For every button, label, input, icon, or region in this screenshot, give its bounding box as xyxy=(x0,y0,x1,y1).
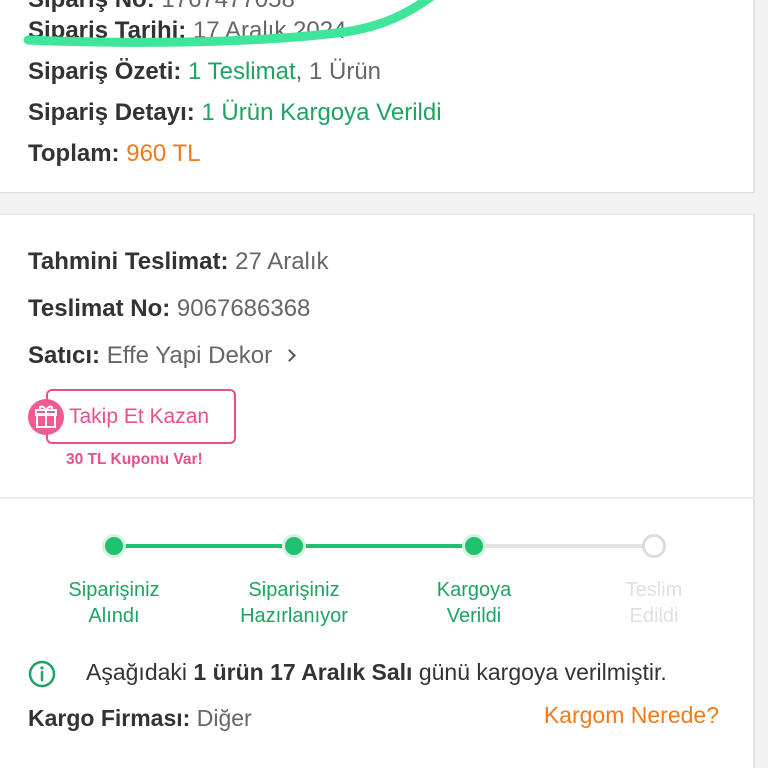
delivery-number-value: 9067686368 xyxy=(176,295,311,322)
step-dot-delivered xyxy=(642,534,666,558)
order-detail-label: Sipariş Detayı: xyxy=(28,99,195,126)
seller-row[interactable]: Satıcı: Effe Yapi Dekor xyxy=(28,342,296,370)
shipping-info-prefix: Aşağıdaki xyxy=(86,659,194,685)
progress-line-pending xyxy=(476,544,654,548)
cargo-company-value: Diğer xyxy=(196,705,252,731)
step-label-line2: Edildi xyxy=(629,605,679,627)
seller-label: Satıcı: xyxy=(28,342,101,369)
delivery-card: Tahmini Teslimat: 27 Aralık Teslimat No:… xyxy=(0,214,755,498)
order-total-value: 960 TL xyxy=(126,140,201,167)
order-number-label: Sipariş No: xyxy=(28,0,155,13)
step-dot-preparing xyxy=(282,534,306,558)
where-is-my-cargo-link[interactable]: Kargom Nerede? xyxy=(544,702,719,729)
shipping-info-text: Aşağıdaki 1 ürün 17 Aralık Salı günü kar… xyxy=(86,659,667,686)
order-summary-deliveries[interactable]: 1 Teslimat xyxy=(188,58,296,85)
step-label-line1: Siparişiniz xyxy=(68,579,160,601)
shipping-info-count: 1 ürün xyxy=(193,659,264,685)
step-label-line1: Kargoya xyxy=(436,579,512,601)
order-date-value: 17 Aralık 2024 xyxy=(192,17,347,44)
chevron-right-icon[interactable] xyxy=(282,349,296,362)
coupon-text: 30 TL Kuponu Var! xyxy=(66,451,203,468)
follow-and-earn-button[interactable]: Takip Et Kazan xyxy=(46,389,236,444)
order-date-row: Sipariş Tarihi: 17 Aralık 2024 xyxy=(28,17,346,45)
gift-icon xyxy=(28,399,64,435)
step-dot-order-received xyxy=(102,534,126,558)
tracking-card: Siparişiniz Alındı Siparişiniz Hazırlanı… xyxy=(0,499,755,768)
cargo-company-label: Kargo Firması: xyxy=(28,705,191,731)
order-summary-label: Sipariş Özeti: xyxy=(28,58,182,85)
shipping-info-date: 17 Aralık Salı xyxy=(270,659,413,685)
step-label-line1: Siparişiniz xyxy=(248,579,340,601)
step-dot-shipped xyxy=(462,534,486,558)
estimated-delivery-label: Tahmini Teslimat: xyxy=(28,248,229,275)
step-label-line2: Verildi xyxy=(446,605,502,627)
step-label-order-received: Siparişiniz Alındı xyxy=(44,577,184,629)
cargo-company-row: Kargo Firması: Diğer xyxy=(28,705,252,732)
seller-name-link[interactable]: Effe Yapi Dekor xyxy=(107,342,272,369)
step-label-line2: Alındı xyxy=(88,605,140,627)
order-number-value: 1767477058 xyxy=(161,0,294,13)
step-label-preparing: Siparişiniz Hazırlanıyor xyxy=(219,577,369,629)
estimated-delivery-value: 27 Aralık xyxy=(235,248,329,275)
shipping-info-suffix: günü kargoya verilmiştir. xyxy=(412,659,667,685)
delivery-number-label: Teslimat No: xyxy=(28,295,171,322)
info-icon xyxy=(28,660,56,688)
order-detail-value: 1 Ürün Kargoya Verildi xyxy=(201,99,442,126)
order-summary-card: Sipariş No: 1767477058 Sipariş Tarihi: 1… xyxy=(0,0,755,193)
step-label-line2: Hazırlanıyor xyxy=(240,605,348,627)
order-detail-row: Sipariş Detayı: 1 Ürün Kargoya Verildi xyxy=(28,99,442,127)
estimated-delivery-row: Tahmini Teslimat: 27 Aralık xyxy=(28,248,329,276)
scrollbar[interactable] xyxy=(760,0,768,768)
step-label-line1: Teslim xyxy=(625,579,683,601)
delivery-number-row: Teslimat No: 9067686368 xyxy=(28,295,310,323)
order-number-row: Sipariş No: 1767477058 xyxy=(28,0,295,14)
step-label-shipped: Kargoya Verildi xyxy=(404,577,544,629)
step-label-delivered: Teslim Edildi xyxy=(584,577,724,629)
order-summary-products: , 1 Ürün xyxy=(295,58,382,85)
order-total-label: Toplam: xyxy=(28,140,120,167)
follow-and-earn-label: Takip Et Kazan xyxy=(69,405,210,428)
order-date-label: Sipariş Tarihi: xyxy=(28,17,187,44)
order-summary-row: Sipariş Özeti: 1 Teslimat, 1 Ürün xyxy=(28,58,381,86)
order-total-row: Toplam: 960 TL xyxy=(28,140,201,168)
